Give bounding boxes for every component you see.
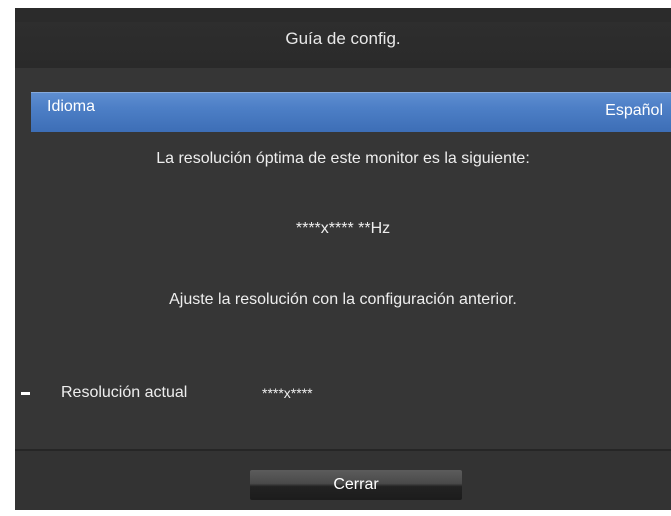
dialog-header: Guía de config.	[15, 8, 671, 68]
bullet-icon	[21, 392, 30, 395]
current-resolution-row: Resolución actual ****x****	[15, 382, 671, 406]
optimal-resolution-intro: La resolución óptima de este monitor es …	[156, 150, 530, 167]
dialog-title: Guía de config.	[285, 29, 401, 48]
header-band	[15, 8, 671, 22]
current-resolution-label: Resolución actual	[61, 384, 188, 401]
language-label: Idioma	[47, 98, 96, 115]
footer-divider	[15, 449, 671, 451]
setup-guide-dialog: Guía de config. Idioma Español La resolu…	[15, 8, 671, 510]
language-selector-row[interactable]: Idioma Español	[31, 92, 671, 132]
optimal-resolution-value: ****x**** **Hz	[295, 220, 391, 237]
language-value[interactable]: Español	[605, 100, 663, 122]
dialog-footer: Cerrar	[15, 449, 671, 510]
adjust-instruction: Ajuste la resolución con la configuració…	[169, 291, 517, 308]
current-resolution-value: ****x****	[262, 385, 313, 401]
close-button[interactable]: Cerrar	[250, 470, 462, 500]
